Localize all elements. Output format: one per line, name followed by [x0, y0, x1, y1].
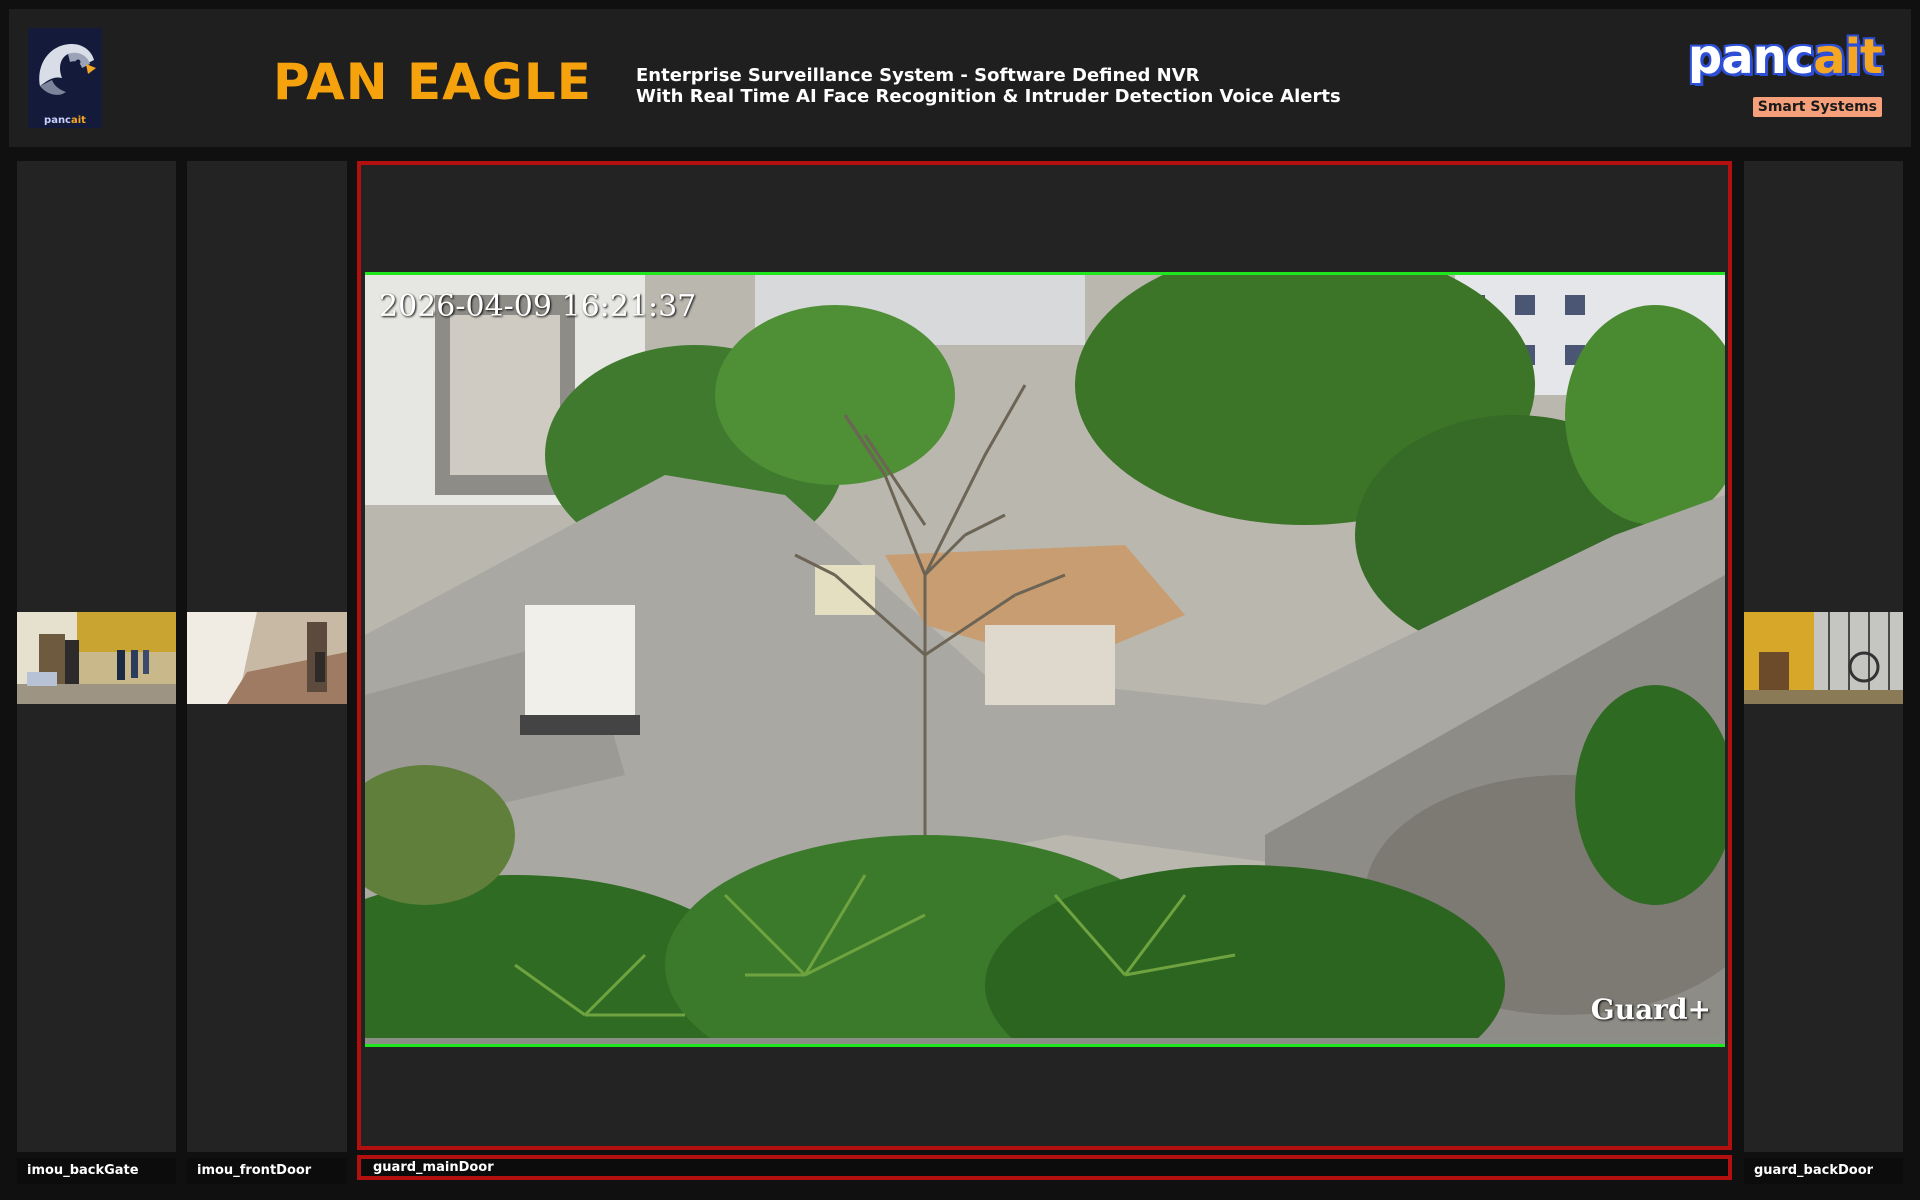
camera-tile-imou-backgate[interactable] [17, 161, 176, 1152]
camera-label-imou-backgate: imou_backGate [17, 1158, 176, 1184]
app-subtitle: Enterprise Surveillance System - Softwar… [636, 65, 1341, 107]
camera-thumbnail [1744, 612, 1903, 704]
camera-label-imou-frontdoor: imou_frontDoor [187, 1158, 347, 1184]
camera-thumbnail [187, 612, 347, 704]
pancait-brand-logo: pancait Smart Systems [1682, 29, 1883, 123]
brand-name: pancait [1687, 29, 1883, 85]
camera-tile-guard-backdoor[interactable] [1744, 161, 1903, 1152]
subtitle-line-2: With Real Time AI Face Recognition & Int… [636, 86, 1341, 107]
main-camera-feed: 2026-04-09 16:21:37 Guard+ [365, 272, 1725, 1047]
video-timestamp-overlay: 2026-04-09 16:21:37 [379, 289, 697, 324]
camera-tile-guard-maindoor[interactable]: 2026-04-09 16:21:37 Guard+ [357, 161, 1732, 1150]
app-header: pancait PAN EAGLE Enterprise Surveillanc… [9, 9, 1911, 147]
eagle-icon [39, 44, 96, 95]
brand-tagline: Smart Systems [1752, 97, 1882, 117]
camera-thumbnail [17, 612, 176, 704]
logo-text: pancait [44, 115, 86, 126]
camera-feed-image [17, 612, 176, 704]
camera-tile-imou-frontdoor[interactable] [187, 161, 347, 1152]
camera-label-guard-backdoor: guard_backDoor [1744, 1158, 1903, 1184]
camera-feed-image [365, 275, 1725, 1038]
camera-feed-image [187, 612, 347, 704]
camera-label-guard-maindoor: guard_mainDoor [357, 1155, 1732, 1180]
app-title: PAN EAGLE [273, 53, 592, 111]
pan-eagle-logo: pancait [28, 28, 102, 128]
camera-feed-image [1744, 612, 1903, 704]
subtitle-line-1: Enterprise Surveillance System - Softwar… [636, 65, 1200, 86]
video-brand-overlay: Guard+ [1590, 993, 1711, 1026]
